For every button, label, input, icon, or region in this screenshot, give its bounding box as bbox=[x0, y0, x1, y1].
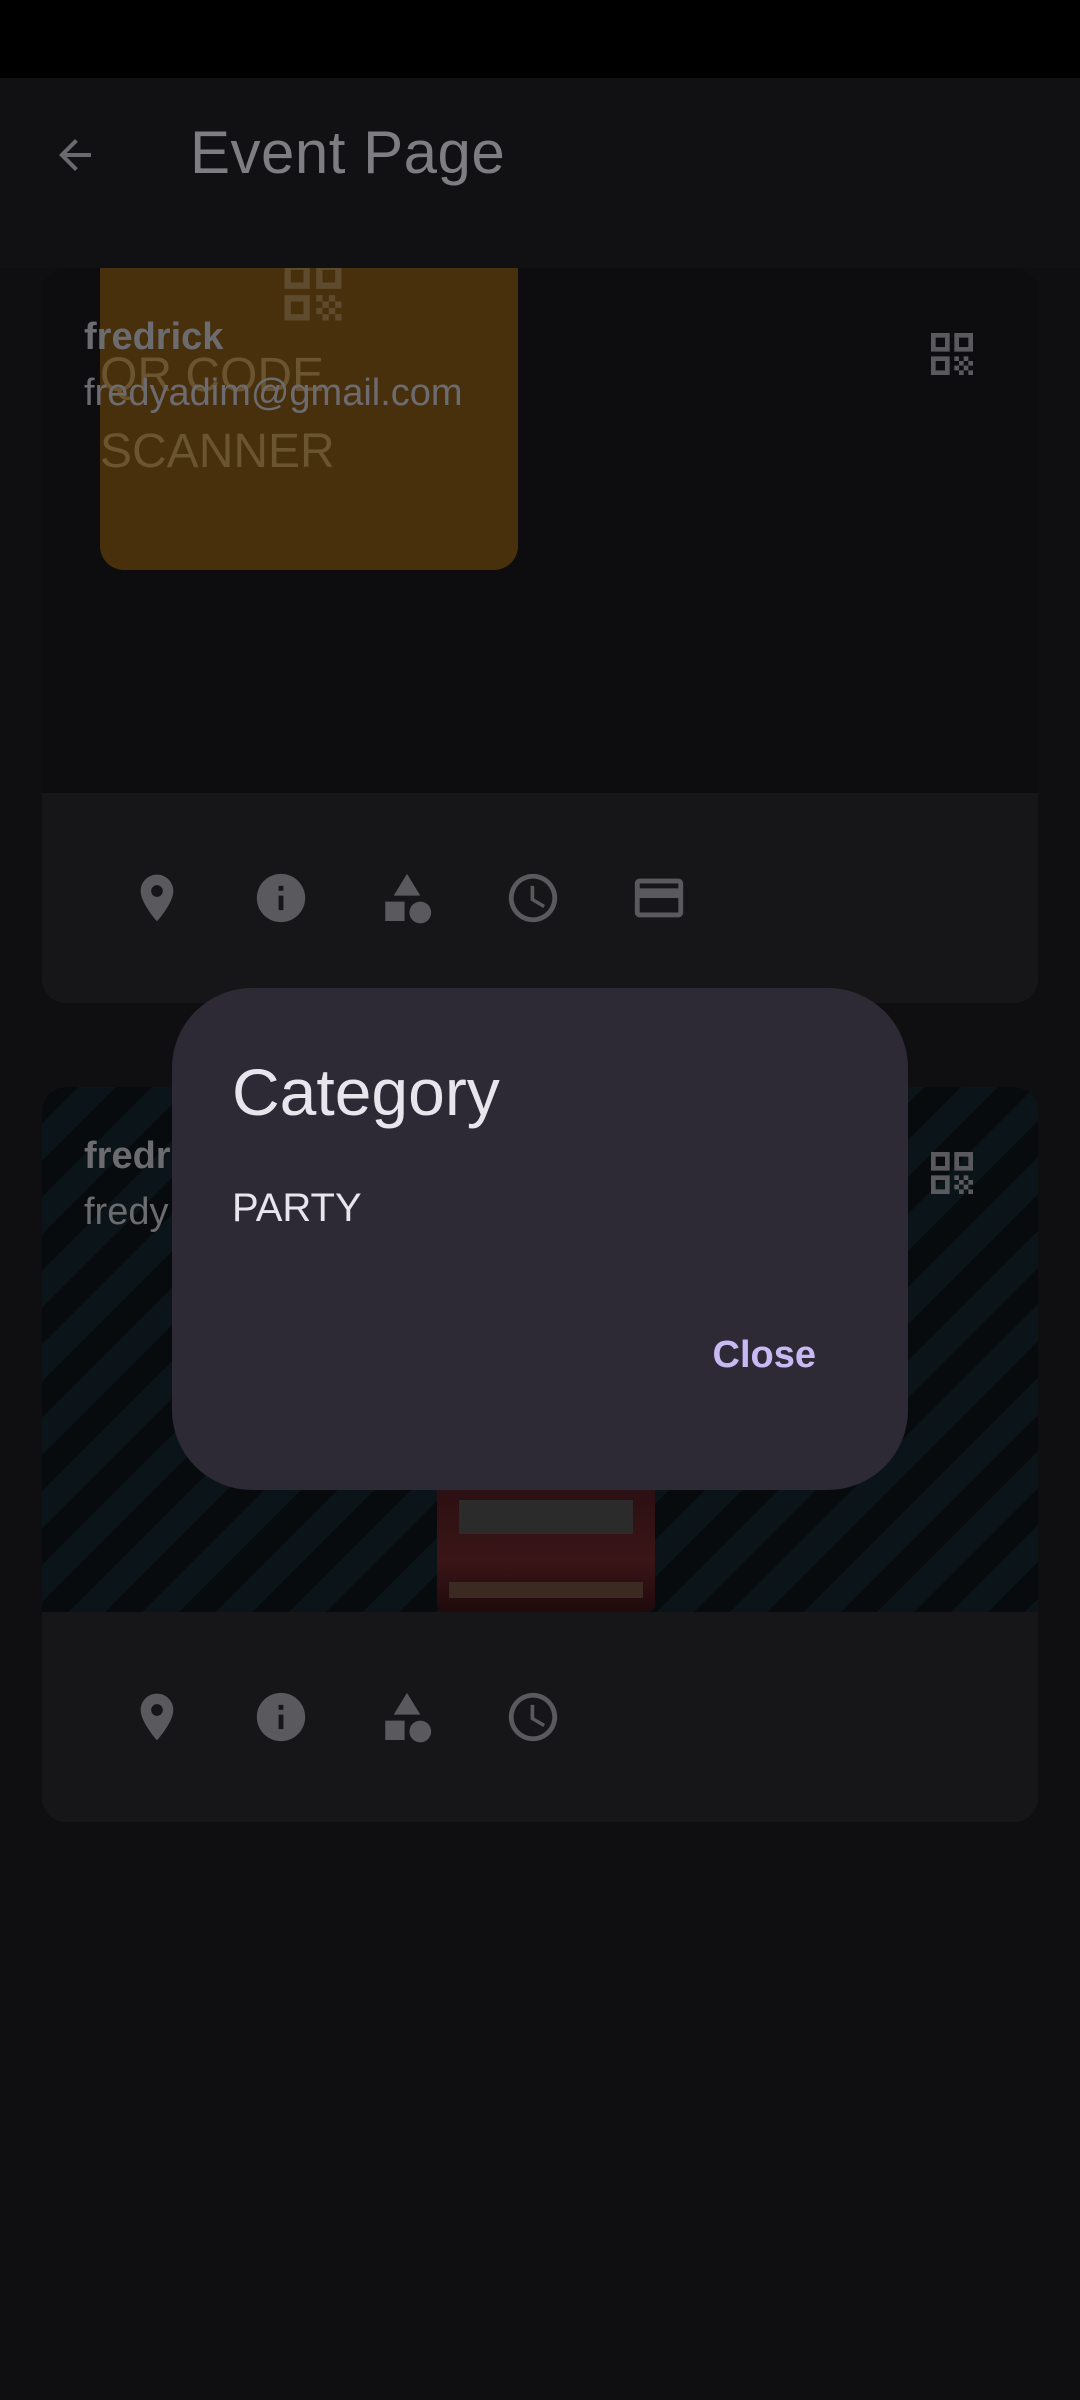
close-button[interactable]: Close bbox=[713, 1334, 816, 1377]
dialog-title: Category bbox=[232, 1055, 500, 1129]
category-dialog: Category PARTY Close bbox=[172, 988, 908, 1490]
dialog-body: PARTY bbox=[232, 1186, 362, 1230]
